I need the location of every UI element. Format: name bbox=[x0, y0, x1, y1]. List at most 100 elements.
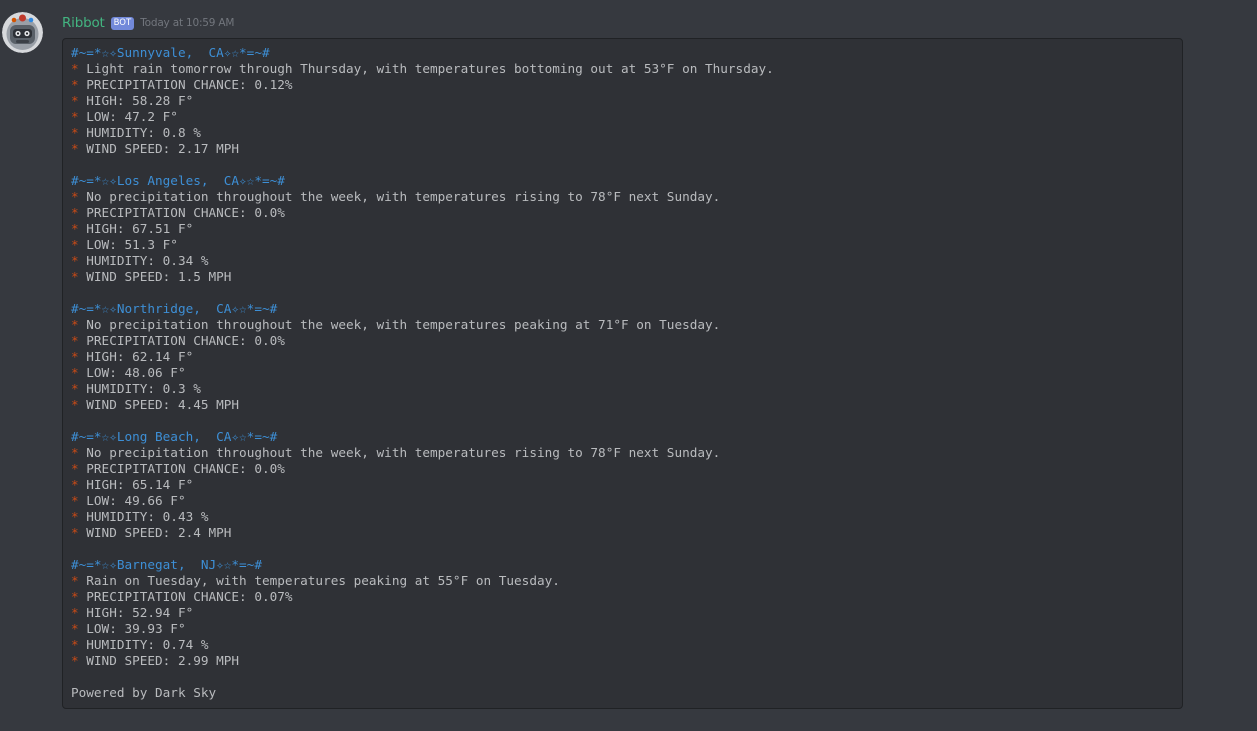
bullet-marker: * bbox=[71, 333, 79, 348]
low-temp: LOW: 49.66 F° bbox=[86, 493, 186, 508]
low-temp: LOW: 39.93 F° bbox=[86, 621, 186, 636]
humidity-line: * HUMIDITY: 0.43 % bbox=[71, 509, 1182, 525]
high-temp-line: * HIGH: 62.14 F° bbox=[71, 349, 1182, 365]
city-heading: #~=*☆✧Los Angeles, CA✧☆*=~# bbox=[71, 173, 285, 188]
wind-speed: WIND SPEED: 2.99 MPH bbox=[86, 653, 240, 668]
forecast-summary: Light rain tomorrow through Thursday, wi… bbox=[86, 61, 774, 76]
humidity-line: * HUMIDITY: 0.3 % bbox=[71, 381, 1182, 397]
wind-speed-line: * WIND SPEED: 1.5 MPH bbox=[71, 269, 1182, 285]
humidity: HUMIDITY: 0.3 % bbox=[86, 381, 201, 396]
precipitation-chance-line: * PRECIPITATION CHANCE: 0.07% bbox=[71, 589, 1182, 605]
powered-by-footer: Powered by Dark Sky bbox=[71, 685, 217, 700]
bullet-marker: * bbox=[71, 573, 79, 588]
bullet-marker: * bbox=[71, 509, 79, 524]
robot-avatar-icon[interactable] bbox=[2, 12, 43, 53]
forecast-section: #~=*☆✧Barnegat, NJ✧☆*=~# * Rain on Tuesda… bbox=[71, 557, 1182, 685]
bullet-marker: * bbox=[71, 493, 79, 508]
high-temp: HIGH: 67.51 F° bbox=[86, 221, 194, 236]
humidity-line: * HUMIDITY: 0.74 % bbox=[71, 637, 1182, 653]
bot-badge: BOT bbox=[110, 16, 135, 30]
forecast-summary: No precipitation throughout the week, wi… bbox=[86, 189, 721, 204]
weather-code-block: #~=*☆✧Sunnyvale, CA✧☆*=~# * Light rain to… bbox=[62, 38, 1183, 709]
bullet-marker: * bbox=[71, 365, 79, 380]
humidity: HUMIDITY: 0.43 % bbox=[86, 509, 209, 524]
forecast-section: #~=*☆✧Northridge, CA✧☆*=~# * No precipita… bbox=[71, 301, 1182, 429]
forecast-section: #~=*☆✧Los Angeles, CA✧☆*=~# * No precipit… bbox=[71, 173, 1182, 301]
city-heading: #~=*☆✧Northridge, CA✧☆*=~# bbox=[71, 301, 278, 316]
high-temp-line: * HIGH: 52.94 F° bbox=[71, 605, 1182, 621]
bullet-marker: * bbox=[71, 621, 79, 636]
message-timestamp[interactable]: Today at 10:59 AM bbox=[140, 14, 234, 32]
message-header: Ribbot BOT Today at 10:59 AM bbox=[62, 14, 234, 32]
chat-message: Ribbot BOT Today at 10:59 AM #~=*☆✧Sunny… bbox=[0, 0, 1257, 731]
high-temp-line: * HIGH: 65.14 F° bbox=[71, 477, 1182, 493]
high-temp: HIGH: 62.14 F° bbox=[86, 349, 194, 364]
bullet-marker: * bbox=[71, 109, 79, 124]
precipitation-chance: PRECIPITATION CHANCE: 0.0% bbox=[86, 205, 285, 220]
precipitation-chance-line: * PRECIPITATION CHANCE: 0.0% bbox=[71, 333, 1182, 349]
high-temp: HIGH: 58.28 F° bbox=[86, 93, 194, 108]
city-heading: #~=*☆✧Long Beach, CA✧☆*=~# bbox=[71, 429, 278, 444]
forecast-summary-line: * No precipitation throughout the week, … bbox=[71, 317, 1182, 333]
bullet-marker: * bbox=[71, 125, 79, 140]
bullet-marker: * bbox=[71, 589, 79, 604]
forecast-summary-line: * No precipitation throughout the week, … bbox=[71, 189, 1182, 205]
high-temp: HIGH: 65.14 F° bbox=[86, 477, 194, 492]
bullet-marker: * bbox=[71, 253, 79, 268]
bullet-marker: * bbox=[71, 189, 79, 204]
bullet-marker: * bbox=[71, 397, 79, 412]
bullet-marker: * bbox=[71, 317, 79, 332]
low-temp: LOW: 47.2 F° bbox=[86, 109, 178, 124]
humidity: HUMIDITY: 0.74 % bbox=[86, 637, 209, 652]
bullet-marker: * bbox=[71, 205, 79, 220]
bullet-marker: * bbox=[71, 381, 79, 396]
precipitation-chance-line: * PRECIPITATION CHANCE: 0.0% bbox=[71, 205, 1182, 221]
precipitation-chance-line: * PRECIPITATION CHANCE: 0.0% bbox=[71, 461, 1182, 477]
forecast-section: #~=*☆✧Sunnyvale, CA✧☆*=~# * Light rain to… bbox=[71, 45, 1182, 173]
wind-speed-line: * WIND SPEED: 4.45 MPH bbox=[71, 397, 1182, 413]
forecast-summary-line: * No precipitation throughout the week, … bbox=[71, 445, 1182, 461]
precipitation-chance: PRECIPITATION CHANCE: 0.0% bbox=[86, 461, 285, 476]
wind-speed-line: * WIND SPEED: 2.17 MPH bbox=[71, 141, 1182, 157]
bullet-marker: * bbox=[71, 349, 79, 364]
wind-speed: WIND SPEED: 2.17 MPH bbox=[86, 141, 240, 156]
bullet-marker: * bbox=[71, 653, 79, 668]
low-temp-line: * LOW: 49.66 F° bbox=[71, 493, 1182, 509]
bullet-marker: * bbox=[71, 141, 79, 156]
bullet-marker: * bbox=[71, 77, 79, 92]
author-name[interactable]: Ribbot bbox=[62, 14, 105, 32]
wind-speed-line: * WIND SPEED: 2.99 MPH bbox=[71, 653, 1182, 669]
forecast-summary-line: * Rain on Tuesday, with temperatures pea… bbox=[71, 573, 1182, 589]
humidity: HUMIDITY: 0.34 % bbox=[86, 253, 209, 268]
forecast-section: #~=*☆✧Long Beach, CA✧☆*=~# * No precipita… bbox=[71, 429, 1182, 557]
low-temp-line: * LOW: 51.3 F° bbox=[71, 237, 1182, 253]
bullet-marker: * bbox=[71, 221, 79, 236]
precipitation-chance-line: * PRECIPITATION CHANCE: 0.12% bbox=[71, 77, 1182, 93]
high-temp-line: * HIGH: 58.28 F° bbox=[71, 93, 1182, 109]
wind-speed: WIND SPEED: 4.45 MPH bbox=[86, 397, 240, 412]
bullet-marker: * bbox=[71, 637, 79, 652]
wind-speed: WIND SPEED: 2.4 MPH bbox=[86, 525, 232, 540]
bullet-marker: * bbox=[71, 605, 79, 620]
humidity: HUMIDITY: 0.8 % bbox=[86, 125, 201, 140]
wind-speed: WIND SPEED: 1.5 MPH bbox=[86, 269, 232, 284]
high-temp-line: * HIGH: 67.51 F° bbox=[71, 221, 1182, 237]
low-temp-line: * LOW: 48.06 F° bbox=[71, 365, 1182, 381]
city-heading: #~=*☆✧Barnegat, NJ✧☆*=~# bbox=[71, 557, 262, 572]
low-temp: LOW: 51.3 F° bbox=[86, 237, 178, 252]
humidity-line: * HUMIDITY: 0.34 % bbox=[71, 253, 1182, 269]
precipitation-chance: PRECIPITATION CHANCE: 0.0% bbox=[86, 333, 285, 348]
precipitation-chance: PRECIPITATION CHANCE: 0.12% bbox=[86, 77, 293, 92]
bullet-marker: * bbox=[71, 477, 79, 492]
forecast-summary-line: * Light rain tomorrow through Thursday, … bbox=[71, 61, 1182, 77]
bullet-marker: * bbox=[71, 445, 79, 460]
low-temp: LOW: 48.06 F° bbox=[86, 365, 186, 380]
city-heading: #~=*☆✧Sunnyvale, CA✧☆*=~# bbox=[71, 45, 270, 60]
bullet-marker: * bbox=[71, 237, 79, 252]
forecast-summary: Rain on Tuesday, with temperatures peaki… bbox=[86, 573, 560, 588]
